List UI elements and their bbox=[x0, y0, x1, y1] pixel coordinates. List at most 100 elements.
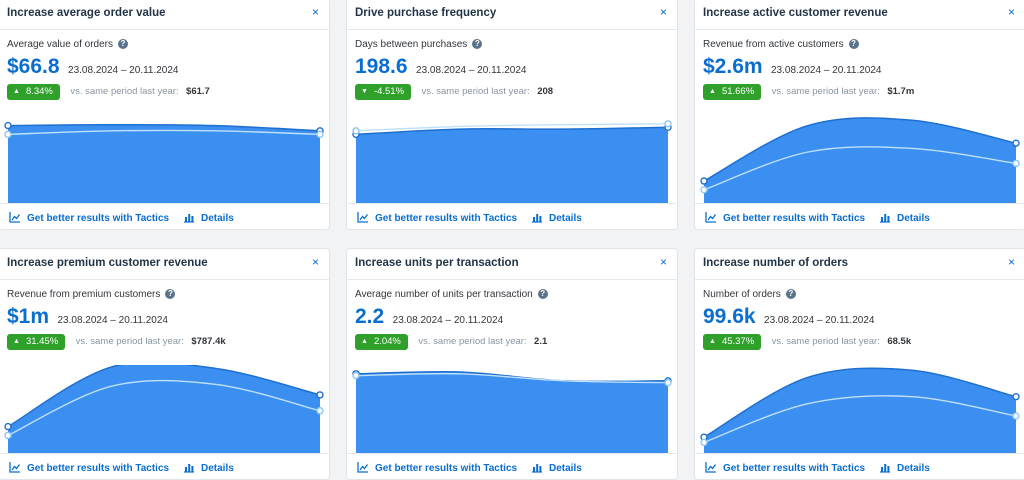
card-title: Increase average order value bbox=[7, 7, 166, 19]
tactics-link-label: Get better results with Tactics bbox=[27, 463, 170, 474]
tactics-link[interactable]: Get better results with Tactics bbox=[357, 462, 517, 474]
card-title: Increase premium customer revenue bbox=[7, 257, 208, 269]
current-start-point bbox=[700, 177, 708, 185]
tactics-link-label: Get better results with Tactics bbox=[27, 213, 170, 224]
change-percent: 31.45% bbox=[25, 335, 59, 347]
close-button[interactable]: × bbox=[312, 5, 319, 19]
card-header: Increase average order value × bbox=[0, 0, 329, 30]
date-range: 23.08.2024 – 20.11.2024 bbox=[392, 315, 504, 326]
comparison-label: vs. same period last year: bbox=[418, 336, 527, 348]
trend-chart bbox=[695, 115, 1024, 203]
bar-chart-icon bbox=[880, 464, 890, 473]
comparison-row: ▲ 8.34% vs. same period last year: $61.7 bbox=[7, 83, 210, 100]
kpi-card-purchase-frequency: Drive purchase frequency × Days between … bbox=[346, 0, 678, 230]
trend-chart-svg bbox=[4, 365, 324, 453]
card-header: Increase number of orders × bbox=[695, 249, 1024, 280]
metric-value: 198.6 bbox=[355, 55, 408, 78]
close-button[interactable]: × bbox=[660, 255, 667, 269]
prior-end-point bbox=[316, 130, 324, 139]
date-range: 23.08.2024 – 20.11.2024 bbox=[57, 315, 168, 326]
trend-chart bbox=[347, 115, 677, 203]
close-icon: × bbox=[1007, 255, 1015, 269]
bar-chart-icon bbox=[184, 214, 194, 223]
kpi-card-average-order-value: Increase average order value × Average v… bbox=[0, 0, 330, 230]
bar-chart-icon bbox=[532, 214, 542, 223]
metric-label: Number of orders? bbox=[703, 289, 796, 300]
details-link[interactable]: Details bbox=[879, 212, 930, 224]
card-footer: Get better results with Tactics Details bbox=[347, 203, 677, 229]
prior-start-point bbox=[4, 431, 12, 440]
close-button[interactable]: × bbox=[660, 5, 667, 19]
card-footer: Get better results with Tactics Details bbox=[0, 453, 329, 479]
chart-line-icon bbox=[357, 462, 369, 473]
help-icon[interactable]: ? bbox=[785, 289, 796, 300]
tactics-link[interactable]: Get better results with Tactics bbox=[705, 212, 865, 224]
current-period-area bbox=[356, 371, 668, 453]
comparison-label: vs. same period last year: bbox=[421, 86, 530, 98]
details-link[interactable]: Details bbox=[531, 462, 582, 474]
help-icon[interactable]: ? bbox=[537, 289, 548, 300]
help-icon[interactable]: ? bbox=[165, 289, 176, 300]
card-header: Increase active customer revenue × bbox=[695, 0, 1024, 30]
help-icon[interactable]: ? bbox=[472, 39, 483, 50]
prior-end-point bbox=[1012, 159, 1020, 168]
triangle-up-icon: ▲ bbox=[361, 337, 368, 345]
prior-start-point bbox=[4, 130, 12, 139]
date-range: 23.08.2024 – 20.11.2024 bbox=[764, 315, 875, 326]
help-icon[interactable]: ? bbox=[118, 39, 128, 50]
prior-end-point bbox=[664, 378, 672, 387]
close-button[interactable]: × bbox=[1008, 255, 1015, 269]
close-button[interactable]: × bbox=[312, 255, 319, 269]
prior-value: $61.7 bbox=[186, 86, 210, 98]
change-percent: 2.04% bbox=[373, 335, 401, 347]
card-header: Increase units per transaction × bbox=[347, 249, 677, 280]
details-link[interactable]: Details bbox=[183, 462, 234, 474]
tactics-link-label: Get better results with Tactics bbox=[375, 463, 518, 474]
triangle-up-icon: ▲ bbox=[13, 337, 20, 345]
trend-chart-svg bbox=[700, 367, 1020, 453]
trend-chart bbox=[0, 115, 329, 203]
close-button[interactable]: × bbox=[1008, 5, 1015, 19]
triangle-up-icon: ▲ bbox=[13, 87, 20, 95]
metric-row: 99.6k 23.08.2024 – 20.11.2024 bbox=[703, 305, 875, 329]
comparison-label: vs. same period last year: bbox=[70, 86, 179, 98]
current-start-point bbox=[4, 121, 12, 130]
details-link[interactable]: Details bbox=[531, 212, 582, 224]
details-link[interactable]: Details bbox=[183, 212, 234, 224]
details-link-label: Details bbox=[897, 463, 930, 474]
prior-end-point bbox=[316, 407, 324, 415]
details-link[interactable]: Details bbox=[879, 462, 930, 474]
change-badge: ▲ 8.34% bbox=[7, 83, 60, 100]
details-link-label: Details bbox=[897, 213, 930, 224]
metric-label: Average number of units per transaction? bbox=[355, 289, 548, 300]
bar-chart-icon bbox=[880, 214, 890, 223]
metric-label-text: Number of orders bbox=[703, 289, 781, 300]
tactics-link[interactable]: Get better results with Tactics bbox=[705, 462, 865, 474]
metric-value: 99.6k bbox=[703, 305, 756, 328]
tactics-link-label: Get better results with Tactics bbox=[723, 463, 866, 474]
tactics-link[interactable]: Get better results with Tactics bbox=[9, 462, 169, 474]
current-period-area bbox=[8, 124, 320, 203]
details-link-label: Details bbox=[549, 463, 582, 474]
tactics-link-label: Get better results with Tactics bbox=[375, 213, 518, 224]
comparison-row: ▲ 2.04% vs. same period last year: 2.1 bbox=[355, 333, 547, 350]
prior-start-point bbox=[352, 371, 360, 380]
card-footer: Get better results with Tactics Details bbox=[347, 453, 677, 479]
tactics-link[interactable]: Get better results with Tactics bbox=[9, 212, 169, 224]
tactics-link[interactable]: Get better results with Tactics bbox=[357, 212, 517, 224]
chart-line-icon bbox=[9, 462, 21, 473]
comparison-row: ▲ 51.66% vs. same period last year: $1.7m bbox=[703, 83, 914, 100]
metric-row: $2.6m 23.08.2024 – 20.11.2024 bbox=[703, 55, 881, 79]
prior-end-point bbox=[1012, 412, 1020, 420]
metric-label: Days between purchases? bbox=[355, 39, 483, 50]
change-percent: 51.66% bbox=[721, 85, 755, 97]
comparison-row: ▼ -4.51% vs. same period last year: 208 bbox=[355, 83, 553, 100]
prior-end-point bbox=[664, 120, 672, 128]
card-title: Increase active customer revenue bbox=[703, 7, 888, 19]
trend-chart-svg bbox=[4, 121, 324, 203]
close-icon: × bbox=[659, 255, 667, 269]
help-icon[interactable]: ? bbox=[848, 39, 859, 50]
date-range: 23.08.2024 – 20.11.2024 bbox=[416, 65, 527, 76]
trend-chart bbox=[695, 365, 1024, 453]
change-badge: ▼ -4.51% bbox=[355, 83, 412, 100]
